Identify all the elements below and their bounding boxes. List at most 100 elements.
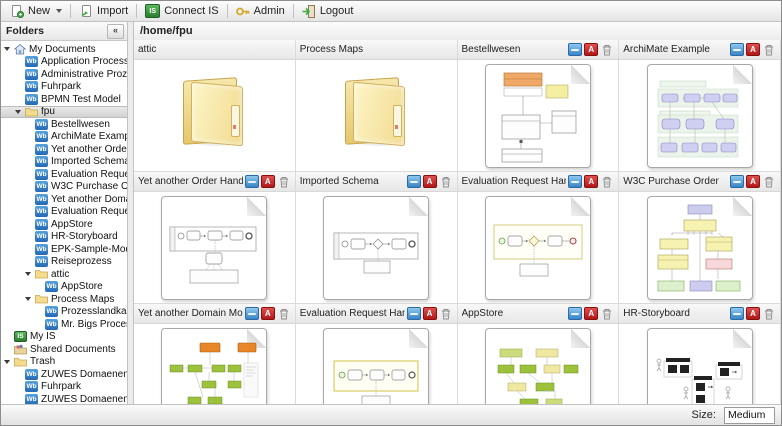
tree-item[interactable]: WbW3C Purchase Order xyxy=(1,181,127,194)
tree-item[interactable]: WbYet another Order Handling xyxy=(1,143,127,156)
new-document-icon xyxy=(10,4,24,18)
tree-item[interactable]: Wb BPMN Test Model xyxy=(1,93,127,106)
wb-model-icon: Wb xyxy=(25,393,38,404)
tree-item[interactable]: Wb Imported Schema xyxy=(1,156,127,169)
import-button[interactable]: Import xyxy=(74,3,133,19)
wb-model-icon: Wb xyxy=(45,318,58,330)
grid-card-folder[interactable]: attic xyxy=(134,40,296,172)
delete-icon[interactable] xyxy=(762,175,776,188)
delete-icon[interactable] xyxy=(600,43,614,56)
model-edit-icon[interactable] xyxy=(244,307,259,320)
new-button[interactable]: New xyxy=(5,3,67,19)
card-body[interactable] xyxy=(458,60,619,171)
model-edit-icon[interactable] xyxy=(568,43,583,56)
tree-item[interactable]: Wb Fuhrpark xyxy=(1,81,127,94)
tree-item[interactable]: WbAdministrative Prozesse xyxy=(1,68,127,81)
document-thumbnail xyxy=(646,63,753,168)
tree-item-fpu-selected[interactable]: fpu xyxy=(1,105,127,118)
grid-card-document[interactable]: W3C Purchase Order A xyxy=(619,172,781,304)
delete-icon[interactable] xyxy=(600,175,614,188)
grid-card-document[interactable]: Evaluation Request Handling A xyxy=(457,172,620,304)
model-edit-icon[interactable] xyxy=(730,307,744,320)
tree-item[interactable]: Wb Fuhrpark xyxy=(1,381,127,394)
tree-item[interactable]: Wb AppStore xyxy=(1,281,127,294)
card-body[interactable] xyxy=(619,60,780,171)
pdf-export-icon[interactable]: A xyxy=(422,307,437,320)
pdf-export-icon[interactable]: A xyxy=(422,175,437,188)
model-edit-icon[interactable] xyxy=(568,307,583,320)
card-body[interactable] xyxy=(134,192,295,303)
pdf-export-icon[interactable]: A xyxy=(260,307,275,320)
grid-card-folder[interactable]: Process Maps xyxy=(295,40,458,172)
model-edit-icon[interactable] xyxy=(406,307,421,320)
model-edit-icon[interactable] xyxy=(244,175,259,188)
tree-item[interactable]: WbEPK-Sample-Model xyxy=(1,243,127,256)
card-body[interactable] xyxy=(296,324,457,404)
delete-icon[interactable] xyxy=(277,175,291,188)
card-body[interactable] xyxy=(134,60,295,171)
tree-item[interactable]: WbYet another Domain Model xyxy=(1,193,127,206)
tree-item[interactable]: WbApplication Processing xyxy=(1,56,127,69)
tree-item[interactable]: WbMr. Bigs Processes xyxy=(1,318,127,331)
grid-card-document[interactable]: Bestellwesen A xyxy=(457,40,620,172)
tree-item[interactable]: WbProzesslandkarte xyxy=(1,306,127,319)
pdf-export-icon[interactable]: A xyxy=(584,43,599,56)
expander-icon[interactable] xyxy=(4,360,14,364)
delete-icon[interactable] xyxy=(762,43,776,56)
tree-item-shared-documents[interactable]: Shared Documents xyxy=(1,343,127,356)
admin-button[interactable]: Admin xyxy=(231,3,290,19)
delete-icon[interactable] xyxy=(600,307,614,320)
grid-card-document[interactable]: HR-Storyboard A xyxy=(619,304,781,404)
pdf-export-icon[interactable]: A xyxy=(260,175,275,188)
pdf-export-icon[interactable]: A xyxy=(746,307,760,320)
expander-icon[interactable] xyxy=(25,297,35,301)
tree-item[interactable]: WbEvaluation Request Handling xyxy=(1,206,127,219)
tree-item[interactable]: Wb HR-Storyboard xyxy=(1,231,127,244)
tree-item-my-is[interactable]: IS My IS xyxy=(1,331,127,344)
card-body[interactable] xyxy=(134,324,295,404)
model-edit-icon[interactable] xyxy=(730,175,744,188)
model-edit-icon[interactable] xyxy=(730,43,744,56)
model-edit-icon[interactable] xyxy=(406,175,421,188)
grid-card-document[interactable]: ArchiMate Example A xyxy=(619,40,781,172)
tree-item[interactable]: Wb Bestellwesen xyxy=(1,118,127,131)
collapse-panel-button[interactable]: « xyxy=(107,23,124,39)
delete-icon[interactable] xyxy=(762,307,776,320)
tree-item-process-maps[interactable]: Process Maps xyxy=(1,293,127,306)
tree-item[interactable]: WbZUWES Domaenenmodell xyxy=(1,393,127,404)
card-body[interactable] xyxy=(619,324,780,404)
connect-is-button[interactable]: IS Connect IS xyxy=(140,3,223,19)
size-select[interactable]: Medium xyxy=(724,406,775,424)
expander-icon[interactable] xyxy=(15,110,25,114)
tree-item[interactable]: WbEvaluation Request Handling xyxy=(1,168,127,181)
tree-item[interactable]: WbZUWES Domaenenmodell xyxy=(1,368,127,381)
grid-card-document[interactable]: AppStore A xyxy=(457,304,620,404)
card-body[interactable] xyxy=(296,192,457,303)
tree-item-trash[interactable]: Trash xyxy=(1,356,127,369)
grid-card-document[interactable]: Yet another Domain Model A xyxy=(134,304,296,404)
card-body[interactable] xyxy=(458,324,619,404)
card-body[interactable] xyxy=(458,192,619,303)
grid-card-document[interactable]: Yet another Order Handling A xyxy=(134,172,296,304)
tree-item[interactable]: WbArchiMate Example xyxy=(1,131,127,144)
card-body[interactable] xyxy=(296,60,457,171)
pdf-export-icon[interactable]: A xyxy=(584,175,599,188)
tree-item[interactable]: Wb Reiseprozess xyxy=(1,256,127,269)
grid-card-document[interactable]: Imported Schema A xyxy=(295,172,458,304)
delete-icon[interactable] xyxy=(439,175,453,188)
tree-item-attic[interactable]: attic xyxy=(1,268,127,281)
pdf-export-icon[interactable]: A xyxy=(584,307,599,320)
expander-icon[interactable] xyxy=(25,272,35,276)
grid-card-document[interactable]: Evaluation Request Handling A xyxy=(295,304,458,404)
tree-item-my-documents[interactable]: My Documents xyxy=(1,43,127,56)
card-header: AppStore A xyxy=(457,304,619,324)
tree-item[interactable]: Wb AppStore xyxy=(1,218,127,231)
pdf-export-icon[interactable]: A xyxy=(746,43,760,56)
pdf-export-icon[interactable]: A xyxy=(746,175,760,188)
model-edit-icon[interactable] xyxy=(568,175,583,188)
delete-icon[interactable] xyxy=(277,307,291,320)
expander-icon[interactable] xyxy=(4,47,14,51)
logout-button[interactable]: Logout xyxy=(297,3,359,19)
delete-icon[interactable] xyxy=(439,307,453,320)
card-body[interactable] xyxy=(619,192,780,303)
